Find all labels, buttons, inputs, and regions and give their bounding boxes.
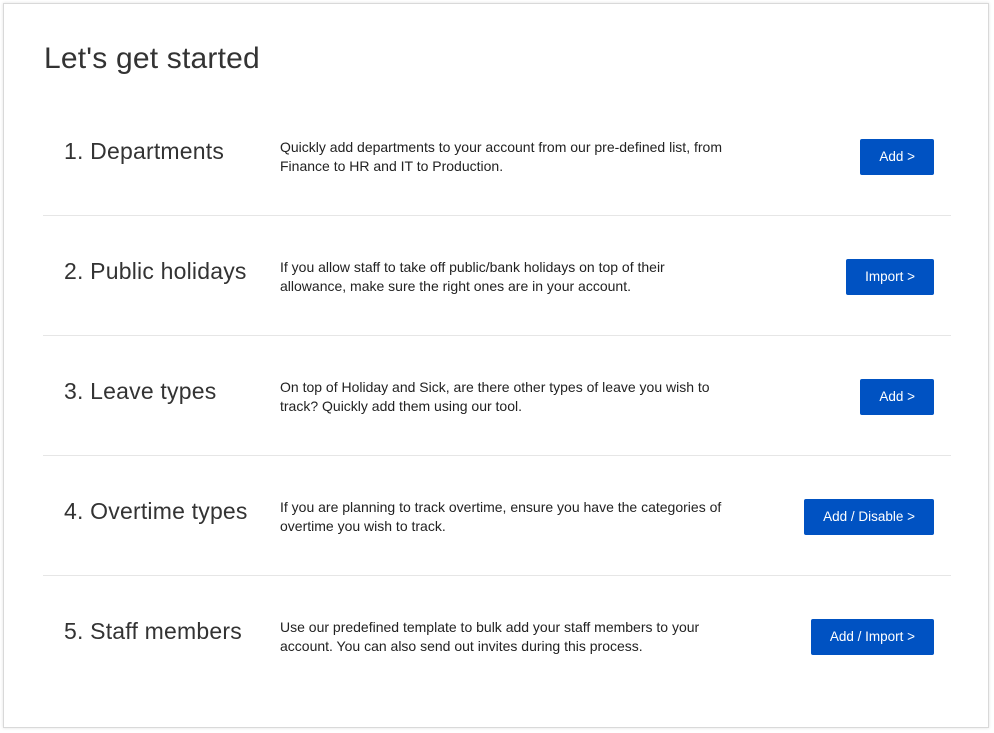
step-public-holidays: 2. Public holidays If you allow staff to… [43, 216, 951, 336]
step-title: 5. Staff members [64, 618, 242, 644]
import-public-holidays-button[interactable]: Import > [846, 259, 934, 295]
step-description: If you allow staff to take off public/ba… [280, 259, 665, 294]
step-title: 4. Overtime types [64, 498, 248, 524]
add-disable-overtime-types-button[interactable]: Add / Disable > [804, 499, 934, 535]
step-title: 1. Departments [64, 138, 225, 164]
step-overtime-types: 4. Overtime types If you are planning to… [43, 456, 951, 576]
step-description: On top of Holiday and Sick, are there ot… [280, 379, 710, 414]
steps-list: 1. Departments Quickly add departments t… [43, 96, 951, 695]
step-description: Use our predefined template to bulk add … [280, 619, 700, 654]
page-title: Let's get started [44, 42, 260, 75]
add-import-staff-members-button[interactable]: Add / Import > [810, 619, 934, 655]
step-departments: 1. Departments Quickly add departments t… [43, 96, 951, 216]
step-description: Quickly add departments to your account … [280, 139, 722, 174]
step-staff-members: 5. Staff members Use our predefined temp… [43, 576, 951, 695]
getting-started-card: Let's get started 1. Departments Quickly… [3, 3, 989, 728]
add-leave-types-button[interactable]: Add > [860, 379, 934, 415]
step-title: 2. Public holidays [64, 258, 247, 284]
step-title: 3. Leave types [64, 378, 217, 404]
add-departments-button[interactable]: Add > [860, 139, 934, 175]
step-description: If you are planning to track overtime, e… [280, 499, 722, 534]
step-leave-types: 3. Leave types On top of Holiday and Sic… [43, 336, 951, 456]
